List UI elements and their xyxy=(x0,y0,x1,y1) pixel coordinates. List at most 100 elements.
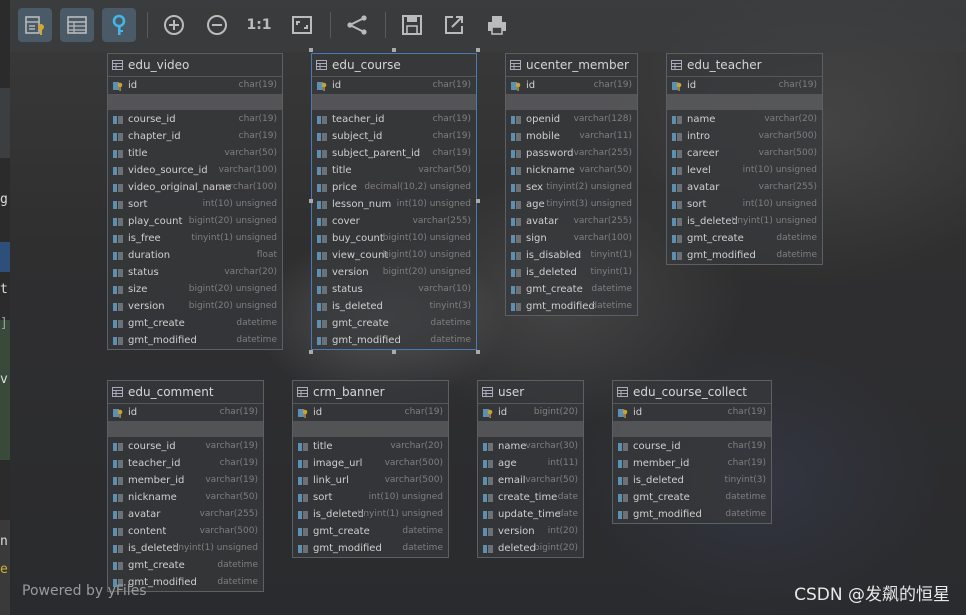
table-header[interactable]: user xyxy=(478,381,583,404)
column-row[interactable]: version bigint(20) unsigned xyxy=(108,298,282,315)
column-row[interactable]: avatar varchar(255) xyxy=(108,506,263,523)
column-row[interactable]: level int(10) unsigned xyxy=(667,162,822,179)
table-edu-video[interactable]: edu_video id char(19) course_id char(19) chap… xyxy=(107,53,283,350)
pk-column-row[interactable]: id bigint(20) xyxy=(478,404,583,421)
column-row[interactable]: status varchar(20) xyxy=(108,264,282,281)
pk-column-row[interactable]: id char(19) xyxy=(108,404,263,421)
column-row[interactable]: gmt_modified datetime xyxy=(613,506,771,523)
column-row[interactable]: teacher_id char(19) xyxy=(312,111,476,128)
key-diagram-button[interactable] xyxy=(18,8,52,42)
column-row[interactable]: gmt_create datetime xyxy=(312,315,476,332)
column-row[interactable]: career varchar(500) xyxy=(667,145,822,162)
column-row[interactable]: image_url varchar(500) xyxy=(293,455,448,472)
column-row[interactable]: is_deleted tinyint(1) xyxy=(506,264,637,281)
column-row[interactable]: age int(11) xyxy=(478,455,583,472)
column-row[interactable]: gmt_modified datetime xyxy=(108,332,282,349)
column-row[interactable]: size bigint(20) unsigned xyxy=(108,281,282,298)
column-row[interactable]: sex tinyint(2) unsigned xyxy=(506,179,637,196)
column-row[interactable]: play_count bigint(20) unsigned xyxy=(108,213,282,230)
save-button[interactable] xyxy=(395,8,429,42)
column-row[interactable]: sort int(10) unsigned xyxy=(293,489,448,506)
pk-column-row[interactable]: id char(19) xyxy=(108,77,282,94)
column-row[interactable]: name varchar(30) xyxy=(478,438,583,455)
column-row[interactable]: gmt_create datetime xyxy=(667,230,822,247)
column-row[interactable]: is_disabled tinyint(1) xyxy=(506,247,637,264)
resize-handle[interactable] xyxy=(392,350,396,354)
column-row[interactable]: gmt_create datetime xyxy=(108,315,282,332)
pk-column-row[interactable]: id char(19) xyxy=(506,77,637,94)
resize-handle[interactable] xyxy=(476,350,480,354)
column-row[interactable]: gmt_create datetime xyxy=(293,523,448,540)
table-edu-course-collect[interactable]: edu_course_collect id char(19) course_id cha… xyxy=(612,380,772,524)
table-header[interactable]: crm_banner xyxy=(293,381,448,404)
table-header[interactable]: ucenter_member xyxy=(506,54,637,77)
column-row[interactable]: content varchar(500) xyxy=(108,523,263,540)
key-button[interactable] xyxy=(102,8,136,42)
pk-column-row[interactable]: id char(19) xyxy=(312,77,476,94)
resize-handle[interactable] xyxy=(309,48,313,52)
column-row[interactable]: avatar varchar(255) xyxy=(506,213,637,230)
export-button[interactable] xyxy=(437,8,471,42)
print-button[interactable] xyxy=(480,8,514,42)
resize-handle[interactable] xyxy=(309,199,313,203)
column-row[interactable]: subject_parent_id char(19) xyxy=(312,145,476,162)
column-row[interactable]: course_id varchar(19) xyxy=(108,438,263,455)
column-row[interactable]: lesson_num int(10) unsigned xyxy=(312,196,476,213)
actual-size-button[interactable]: 1:1 xyxy=(242,8,276,42)
column-row[interactable]: member_id char(19) xyxy=(613,455,771,472)
table-header[interactable]: edu_video xyxy=(108,54,282,77)
table-edu-comment[interactable]: edu_comment id char(19) course_id varchar(19… xyxy=(107,380,264,592)
table-ucenter-member[interactable]: ucenter_member id char(19) openid varchar(12… xyxy=(505,53,638,316)
column-row[interactable]: video_original_name varchar(100) xyxy=(108,179,282,196)
column-row[interactable]: is_deleted tinyint(1) unsigned xyxy=(293,506,448,523)
column-row[interactable]: video_source_id varchar(100) xyxy=(108,162,282,179)
column-row[interactable]: sort int(10) unsigned xyxy=(108,196,282,213)
column-row[interactable]: is_deleted tinyint(1) unsigned xyxy=(667,213,822,230)
column-row[interactable]: openid varchar(128) xyxy=(506,111,637,128)
zoom-in-button[interactable] xyxy=(157,8,191,42)
column-row[interactable]: gmt_create datetime xyxy=(108,557,263,574)
table-header[interactable]: edu_course_collect xyxy=(613,381,771,404)
column-row[interactable]: status varchar(10) xyxy=(312,281,476,298)
column-row[interactable]: gmt_create datetime xyxy=(506,281,637,298)
column-row[interactable]: is_deleted tinyint(3) xyxy=(613,472,771,489)
column-row[interactable]: mobile varchar(11) xyxy=(506,128,637,145)
column-row[interactable]: price decimal(10,2) unsigned xyxy=(312,179,476,196)
table-user[interactable]: user id bigint(20) name varchar(30) age int(11… xyxy=(477,380,584,558)
resize-handle[interactable] xyxy=(476,48,480,52)
column-row[interactable]: sign varchar(100) xyxy=(506,230,637,247)
pk-column-row[interactable]: id char(19) xyxy=(293,404,448,421)
column-row[interactable]: title varchar(20) xyxy=(293,438,448,455)
table-edu-course[interactable]: edu_course id char(19) teacher_id char(19) su… xyxy=(311,53,477,350)
column-row[interactable]: chapter_id char(19) xyxy=(108,128,282,145)
column-row[interactable]: is_deleted tinyint(1) unsigned xyxy=(108,540,263,557)
column-row[interactable]: version int(20) xyxy=(478,523,583,540)
column-row[interactable]: gmt_create datetime xyxy=(613,489,771,506)
column-row[interactable]: is_deleted tinyint(3) xyxy=(312,298,476,315)
column-row[interactable]: update_time date xyxy=(478,506,583,523)
column-row[interactable]: title varchar(50) xyxy=(312,162,476,179)
column-row[interactable]: buy_count bigint(10) unsigned xyxy=(312,230,476,247)
table-header[interactable]: edu_comment xyxy=(108,381,263,404)
table-view-button[interactable] xyxy=(60,8,94,42)
column-row[interactable]: deleted bigint(20) xyxy=(478,540,583,557)
resize-handle[interactable] xyxy=(309,350,313,354)
column-row[interactable]: nickname varchar(50) xyxy=(108,489,263,506)
column-row[interactable]: gmt_modified datetime xyxy=(312,332,476,349)
column-row[interactable]: create_time date xyxy=(478,489,583,506)
fit-window-button[interactable] xyxy=(285,8,319,42)
column-row[interactable]: sort int(10) unsigned xyxy=(667,196,822,213)
column-row[interactable]: view_count bigint(10) unsigned xyxy=(312,247,476,264)
table-header[interactable]: edu_teacher xyxy=(667,54,822,77)
column-row[interactable]: cover varchar(255) xyxy=(312,213,476,230)
column-row[interactable]: duration float xyxy=(108,247,282,264)
column-row[interactable]: title varchar(50) xyxy=(108,145,282,162)
column-row[interactable]: gmt_modified datetime xyxy=(506,298,637,315)
column-row[interactable]: teacher_id char(19) xyxy=(108,455,263,472)
column-row[interactable]: is_free tinyint(1) unsigned xyxy=(108,230,282,247)
column-row[interactable]: nickname varchar(50) xyxy=(506,162,637,179)
column-row[interactable]: member_id varchar(19) xyxy=(108,472,263,489)
table-crm-banner[interactable]: crm_banner id char(19) title varchar(20) imag… xyxy=(292,380,449,558)
column-row[interactable]: link_url varchar(500) xyxy=(293,472,448,489)
column-row[interactable]: email varchar(50) xyxy=(478,472,583,489)
